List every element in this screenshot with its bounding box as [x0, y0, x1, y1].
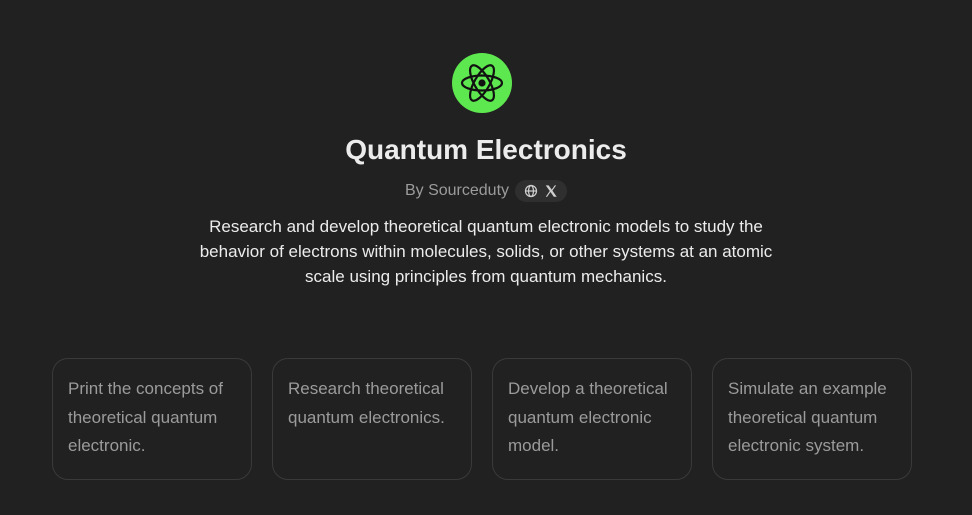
conversation-starters: Print the concepts of theoretical quantu… — [52, 358, 912, 480]
social-links — [515, 180, 568, 202]
gpt-description: Research and develop theoretical quantum… — [199, 217, 773, 286]
gpt-avatar — [452, 53, 512, 113]
starter-text: Print the concepts of theoretical quantu… — [68, 379, 223, 455]
starter-text: Simulate an example theoretical quantum … — [728, 379, 887, 455]
byline: By Sourceduty — [0, 178, 972, 204]
globe-icon[interactable] — [524, 184, 538, 198]
author-text: By Sourceduty — [404, 182, 510, 199]
gpt-intro-page: Quantum Electronics By Sourceduty Resear… — [0, 0, 972, 515]
x-logo-icon[interactable] — [544, 184, 558, 198]
gpt-title: Quantum Electronics — [345, 134, 627, 165]
starter-text: Research theoretical quantum electronics… — [288, 379, 445, 427]
atom-icon — [460, 64, 504, 102]
starter-card[interactable]: Simulate an example theoretical quantum … — [712, 358, 912, 480]
starter-card[interactable]: Print the concepts of theoretical quantu… — [52, 358, 252, 480]
starter-text: Develop a theoretical quantum electronic… — [508, 379, 668, 455]
starter-card[interactable]: Research theoretical quantum electronics… — [272, 358, 472, 480]
starter-card[interactable]: Develop a theoretical quantum electronic… — [492, 358, 692, 480]
